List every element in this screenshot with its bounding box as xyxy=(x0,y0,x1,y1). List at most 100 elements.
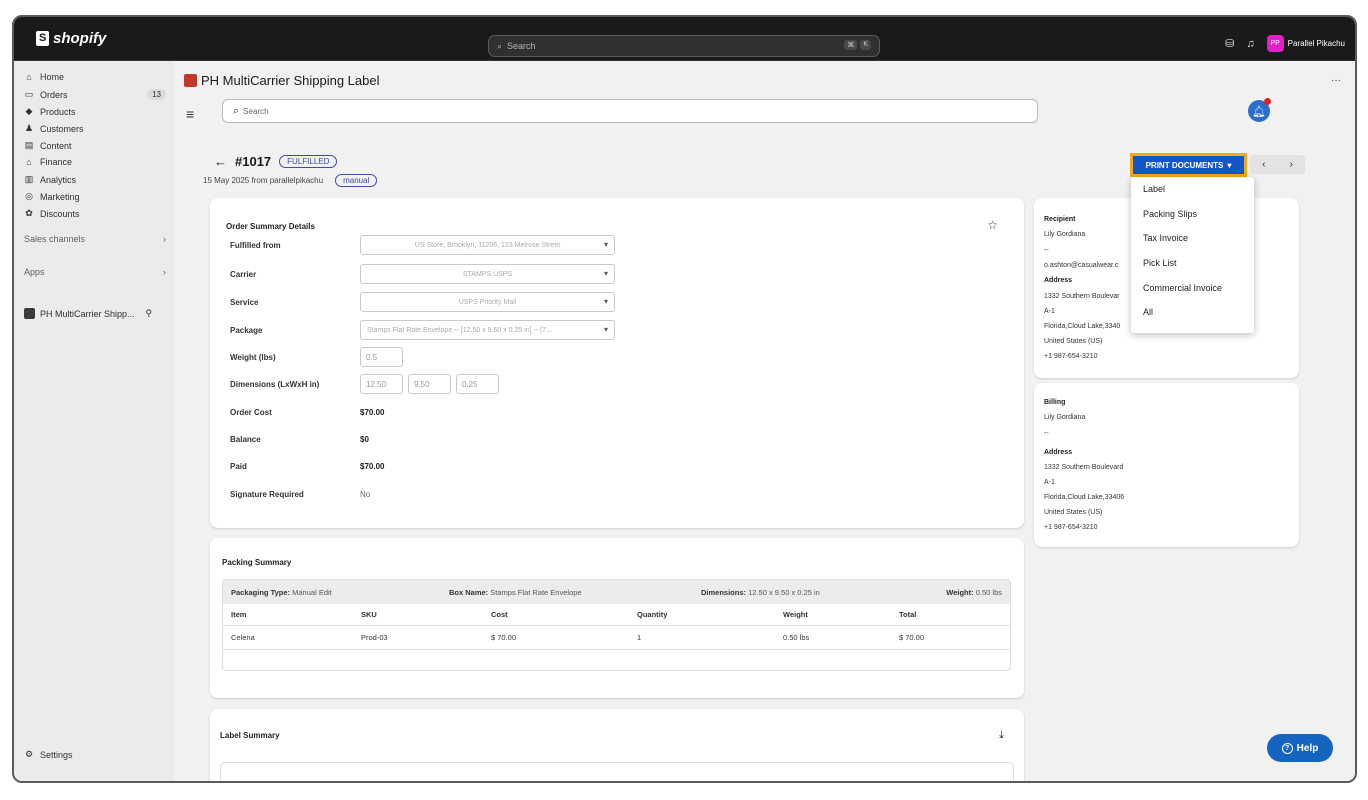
order-meta: 15 May 2025 from parallelpikachu manual xyxy=(203,174,378,187)
user-name: Parallel Pikachu xyxy=(1287,39,1345,48)
field-label: Service xyxy=(230,297,259,307)
download-icon[interactable]: ⤓ xyxy=(999,729,1004,742)
billing-address-line: 1332 Southern Boulevard xyxy=(1044,464,1124,471)
sidebar-item-label: Discounts xyxy=(40,208,80,219)
billing-address-line: Florida,Cloud Lake,33406 xyxy=(1044,494,1125,501)
shopify-bag-icon xyxy=(36,31,49,46)
store-icon[interactable]: ⛁ xyxy=(1225,37,1234,50)
menu-item-packing-slips[interactable]: Packing Slips xyxy=(1131,202,1254,227)
billing-title: Billing xyxy=(1044,399,1066,406)
next-order-icon[interactable]: › xyxy=(1290,159,1293,170)
menu-item-label[interactable]: Label xyxy=(1131,177,1254,202)
sidebar-item-settings[interactable]: ⚙ Settings xyxy=(24,749,166,760)
sidebar-item-discounts[interactable]: ✿ Discounts xyxy=(24,208,166,219)
apps-section[interactable]: Apps › xyxy=(24,267,166,277)
target-icon: ◎ xyxy=(25,191,33,201)
table-cell: 0.50 lbs xyxy=(783,633,810,642)
global-search[interactable]: ⌕ Search ⌘ K xyxy=(488,35,880,57)
recipient-address-line: Florida,Cloud Lake,3340 xyxy=(1044,323,1121,330)
recipient-email: o.ashton@casualwear.c xyxy=(1044,262,1119,269)
star-icon[interactable]: ☆ xyxy=(987,218,998,232)
paid-row: Paid $70.00 xyxy=(230,456,1010,476)
menu-item-all[interactable]: All xyxy=(1131,300,1254,325)
sidebar-item-marketing[interactable]: ◎ Marketing xyxy=(24,191,166,202)
package-select[interactable]: Stamps Flat Rate Envelope -- [12.50 x 9.… xyxy=(360,320,615,340)
packing-summary-header: Packaging Type: Manual Edit Box Name: St… xyxy=(223,580,1010,604)
column-header: Cost xyxy=(491,610,508,619)
search-icon: ⌕ xyxy=(497,40,503,51)
sidebar-item-label: Marketing xyxy=(40,191,80,202)
more-actions-icon[interactable]: ··· xyxy=(1331,75,1341,86)
menu-icon[interactable]: ≡ xyxy=(186,106,194,122)
weight-row: Weight (lbs) 0.5 xyxy=(230,347,1010,367)
sidebar: ⌂ Home ▭ Orders 13 ◆ Products ♟ Customers ▤ Co… xyxy=(14,61,174,781)
back-arrow-icon[interactable]: ← xyxy=(214,154,227,169)
sidebar-item-orders[interactable]: ▭ Orders 13 xyxy=(24,89,166,100)
column-header: Total xyxy=(899,610,917,619)
table-cell: 1 xyxy=(637,633,642,642)
top-actions: ⛁ ♫ PP Parallel Pikachu xyxy=(1225,35,1345,52)
notification-icon[interactable]: ♫ xyxy=(1246,38,1254,50)
recipient-address-label: Address xyxy=(1044,277,1073,284)
label-summary-title: Label Summary xyxy=(220,731,280,740)
billing-address-line: A-1 xyxy=(1044,479,1055,486)
pin-icon[interactable]: ⚲ xyxy=(146,308,153,319)
sidebar-item-analytics[interactable]: ▥ Analytics xyxy=(24,174,166,185)
logo-text: shopify xyxy=(53,30,107,47)
fulfilled-from-select[interactable]: US Store, Brooklyn, 11206, 123 Melrose S… xyxy=(360,235,615,255)
label-summary-content xyxy=(220,762,1014,781)
tag-icon: ◆ xyxy=(25,106,33,116)
main-content: PH MultiCarrier Shipping Label ··· ≡ ⌕ S… xyxy=(174,61,1355,781)
sidebar-item-products[interactable]: ◆ Products xyxy=(24,106,166,117)
service-row: Service USPS Priority Mail xyxy=(230,292,1010,312)
avatar: PP xyxy=(1266,35,1284,52)
signature-value: No xyxy=(360,489,371,499)
billing-phone: +1 987-654-3210 xyxy=(1044,524,1098,531)
width-input[interactable]: 9.50 xyxy=(408,374,451,394)
sidebar-item-content[interactable]: ▤ Content xyxy=(24,140,166,151)
carrier-select[interactable]: STAMPS USPS xyxy=(360,264,615,284)
field-label: Carrier xyxy=(230,269,257,279)
height-input[interactable]: 0.25 xyxy=(456,374,499,394)
sidebar-item-customers[interactable]: ♟ Customers xyxy=(24,123,166,134)
account-menu[interactable]: PP Parallel Pikachu xyxy=(1266,35,1345,52)
field-label: Weight (lbs) xyxy=(230,352,276,362)
length-input[interactable]: 12.50 xyxy=(360,374,403,394)
notification-bell-icon[interactable]: 🔔︎ xyxy=(1248,98,1271,122)
help-label: Help xyxy=(1296,742,1319,754)
order-header: ← #1017 FULFILLED xyxy=(214,154,338,169)
sidebar-item-label: Orders xyxy=(40,89,68,100)
app-logo-icon xyxy=(184,74,197,87)
discount-icon: ✿ xyxy=(25,208,33,218)
order-cost-value: $70.00 xyxy=(360,407,385,417)
top-bar: shopify ⌕ Search ⌘ K ⛁ ♫ PP Parallel Pik… xyxy=(14,17,1355,61)
sales-channels-label: Sales channels xyxy=(24,234,86,244)
home-icon: ⌂ xyxy=(26,72,32,82)
field-label: Paid xyxy=(230,461,247,471)
weight-input[interactable]: 0.5 xyxy=(360,347,403,367)
menu-item-tax-invoice[interactable]: Tax Invoice xyxy=(1131,226,1254,251)
service-select[interactable]: USPS Priority Mail xyxy=(360,292,615,312)
packaging-type: Packaging Type: Manual Edit xyxy=(231,587,332,597)
sidebar-item-home[interactable]: ⌂ Home xyxy=(24,72,166,82)
order-summary-card: Order Summary Details ☆ Fulfilled from U… xyxy=(210,198,1024,528)
shopify-logo[interactable]: shopify xyxy=(36,30,106,47)
sidebar-item-ph-multicarrier[interactable]: PH MultiCarrier Shipp... ⚲ xyxy=(24,308,169,319)
previous-order-icon[interactable]: ‹ xyxy=(1262,159,1265,170)
signature-row: Signature Required No xyxy=(230,484,1010,504)
package-row: Package Stamps Flat Rate Envelope -- [12… xyxy=(230,320,1010,340)
search-icon: ⌕ xyxy=(233,104,240,117)
app-search-input[interactable]: ⌕ Search xyxy=(222,99,1038,123)
field-label: Balance xyxy=(230,434,261,444)
table-cell: $ 70.00 xyxy=(491,633,517,642)
sidebar-item-label: Products xyxy=(40,106,76,117)
order-pagination: ‹ › xyxy=(1250,155,1305,174)
print-documents-button[interactable]: PRINT DOCUMENTS ▾ xyxy=(1130,153,1247,177)
sales-channels-section[interactable]: Sales channels › xyxy=(24,234,166,244)
help-button[interactable]: ? Help xyxy=(1267,734,1333,762)
menu-item-commercial-invoice[interactable]: Commercial Invoice xyxy=(1131,275,1254,300)
sidebar-item-finance[interactable]: ⌂ Finance xyxy=(24,157,166,167)
app-icon xyxy=(24,308,35,319)
menu-item-pick-list[interactable]: Pick List xyxy=(1131,251,1254,276)
billing-address-label: Address xyxy=(1044,449,1073,456)
